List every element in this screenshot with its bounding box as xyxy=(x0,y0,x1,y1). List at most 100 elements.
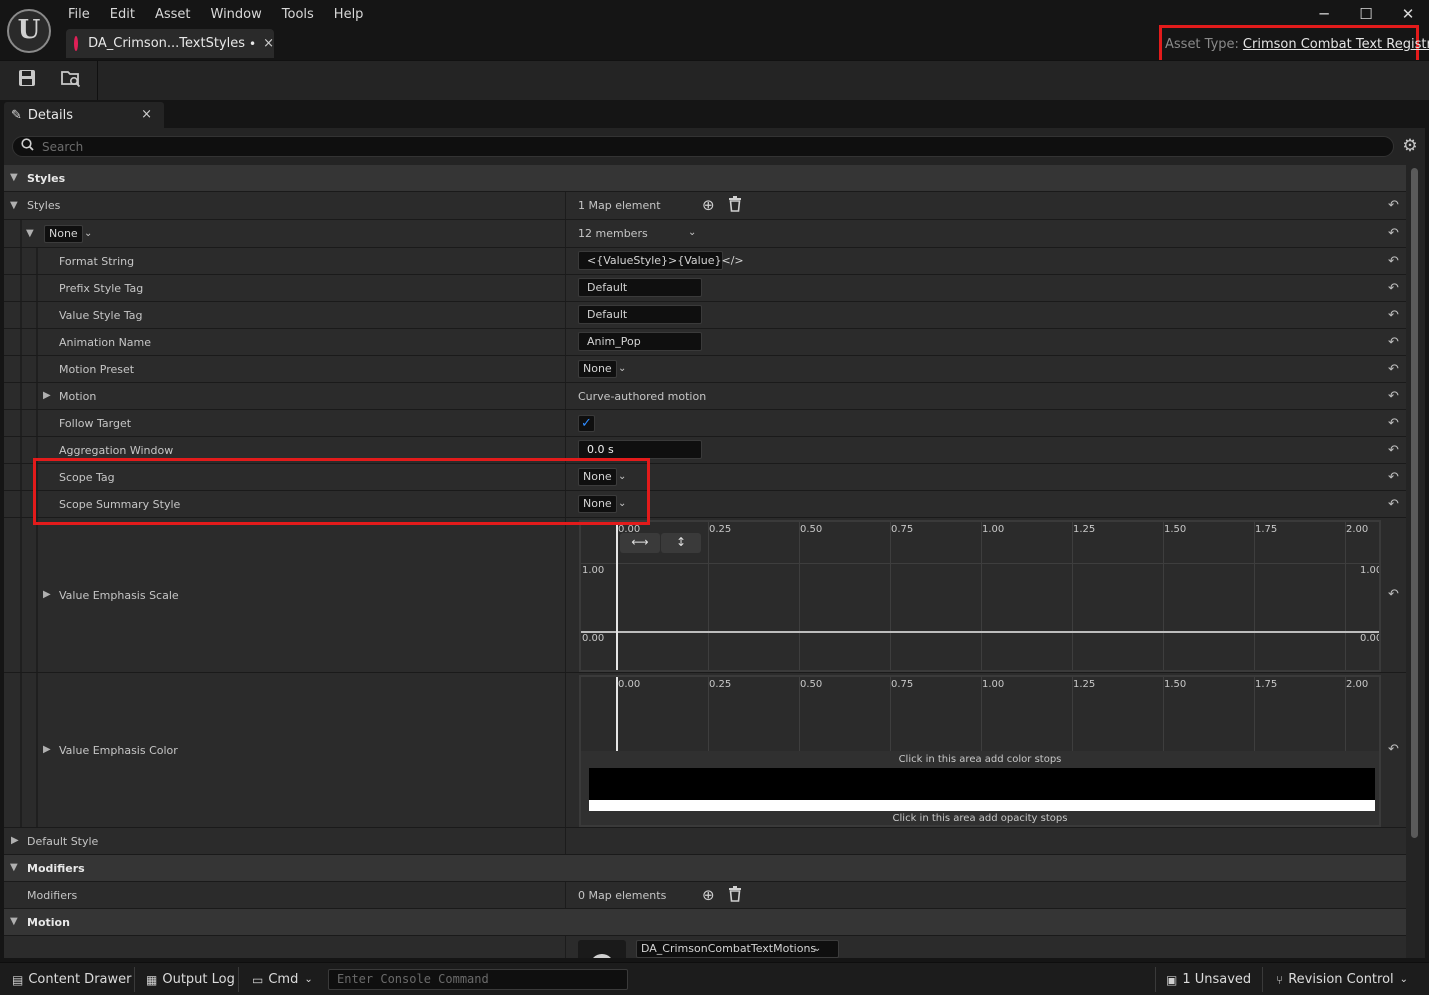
motion-preset-combo[interactable]: None xyxy=(578,360,617,378)
property-name: Value Emphasis Color xyxy=(59,744,178,757)
reset-to-default-icon[interactable]: ↶ xyxy=(1388,587,1399,602)
close-details-icon[interactable]: × xyxy=(141,107,152,122)
chevron-down-icon[interactable]: ⌄ xyxy=(688,227,696,238)
expand-arrow-icon[interactable]: ▶ xyxy=(43,589,51,600)
property-name: Follow Target xyxy=(59,417,132,430)
column-divider xyxy=(565,248,566,274)
reset-to-default-icon[interactable]: ↶ xyxy=(1388,362,1399,377)
toolbar xyxy=(0,60,1429,101)
row-aggregation-window: Aggregation Window 0.0 s ↶ xyxy=(4,437,1406,464)
add-element-icon[interactable]: ⊕ xyxy=(702,196,715,214)
reset-to-default-icon[interactable]: ↶ xyxy=(1388,443,1399,458)
close-window-button[interactable]: ✕ xyxy=(1387,0,1429,28)
menu-tools[interactable]: Tools xyxy=(272,0,324,28)
expand-arrow-icon[interactable]: ▶ xyxy=(43,744,51,755)
menu-file[interactable]: File xyxy=(58,0,100,28)
expand-arrow-icon[interactable]: ▶ xyxy=(43,390,51,401)
expand-arrow-icon[interactable]: ▶ xyxy=(11,835,19,846)
collapse-arrow-icon[interactable]: ▼ xyxy=(26,228,34,239)
revision-control-button[interactable]: ⑂ Revision Control ⌄ xyxy=(1276,963,1408,995)
value-style-tag-input[interactable]: Default xyxy=(578,305,702,324)
delete-all-icon[interactable] xyxy=(728,886,742,906)
x-tick-label: 0.50 xyxy=(800,679,823,690)
console-command-input[interactable] xyxy=(337,972,617,986)
settings-gear-icon[interactable]: ⚙ xyxy=(1400,136,1420,156)
details-scrollbar[interactable] xyxy=(1411,168,1418,838)
animation-name-input[interactable]: Anim_Pop xyxy=(578,332,702,351)
reset-to-default-icon[interactable]: ↶ xyxy=(1388,254,1399,269)
save-icon[interactable] xyxy=(14,68,40,94)
reset-to-default-icon[interactable]: ↶ xyxy=(1388,389,1399,404)
category-styles[interactable]: ▼ Styles xyxy=(4,165,1406,192)
reset-to-default-icon[interactable]: ↶ xyxy=(1388,281,1399,296)
asset-thumbnail[interactable] xyxy=(578,940,626,958)
maximize-button[interactable]: ☐ xyxy=(1345,0,1387,28)
chevron-down-icon[interactable]: ⌄ xyxy=(84,228,92,239)
details-tab[interactable]: ✎ Details × xyxy=(4,102,164,128)
aggregation-window-input[interactable]: 0.0 s xyxy=(578,440,702,459)
menu-window[interactable]: Window xyxy=(201,0,272,28)
chevron-down-icon[interactable]: ⌄ xyxy=(813,943,821,954)
y-tick-label: 0.00 xyxy=(1360,633,1381,644)
reset-to-default-icon[interactable]: ↶ xyxy=(1388,335,1399,350)
unsaved-indicator: • xyxy=(249,36,257,51)
collapse-arrow-icon: ▼ xyxy=(10,862,18,873)
reset-to-default-icon[interactable]: ↶ xyxy=(1388,742,1399,757)
gradient-opacity-bar[interactable] xyxy=(589,800,1375,811)
document-tab[interactable]: DA_Crimson...TextStyles • × xyxy=(66,29,274,58)
menu-help[interactable]: Help xyxy=(324,0,374,28)
scope-tag-combo[interactable]: None xyxy=(578,468,617,486)
x-tick-label: 0.25 xyxy=(709,679,732,690)
add-element-icon[interactable]: ⊕ xyxy=(702,886,715,904)
prefix-style-tag-input[interactable]: Default xyxy=(578,278,702,297)
property-name: Format String xyxy=(59,255,135,268)
row-modifiers-map: Modifiers 0 Map elements ⊕ xyxy=(4,882,1406,909)
chevron-down-icon[interactable]: ⌄ xyxy=(618,471,626,482)
chevron-down-icon[interactable]: ⌄ xyxy=(618,498,626,509)
property-name: Styles xyxy=(27,199,61,212)
property-value: 0 Map elements xyxy=(578,889,667,902)
minimize-button[interactable]: ─ xyxy=(1303,0,1345,28)
row-value-emphasis-scale: ▶ Value Emphasis Scale 0.00 0.25 0.50 0.… xyxy=(4,518,1406,673)
browse-to-asset-icon[interactable] xyxy=(58,68,84,94)
reset-to-default-icon[interactable]: ↶ xyxy=(1388,416,1399,431)
property-name: Value Style Tag xyxy=(59,309,143,322)
menu-asset[interactable]: Asset xyxy=(145,0,201,28)
motion-asset-picker[interactable]: DA_CrimsonCombatTextMotions xyxy=(636,940,840,958)
close-tab-icon[interactable]: × xyxy=(263,36,274,51)
cmd-dropdown[interactable]: ▭ Cmd ⌄ xyxy=(252,963,313,995)
curve-editor[interactable]: 0.00 0.25 0.50 0.75 1.00 1.25 1.50 1.75 … xyxy=(579,520,1381,672)
output-log-label: Output Log xyxy=(162,972,235,987)
fit-vertical-icon[interactable]: ↕ xyxy=(661,533,701,553)
reset-to-default-icon[interactable]: ↶ xyxy=(1388,198,1399,213)
scope-summary-style-combo[interactable]: None xyxy=(578,495,617,513)
reset-to-default-icon[interactable]: ↶ xyxy=(1388,470,1399,485)
category-modifiers[interactable]: ▼ Modifiers xyxy=(4,855,1406,882)
delete-all-icon[interactable] xyxy=(728,196,742,216)
reset-to-default-icon[interactable]: ↶ xyxy=(1388,226,1399,241)
follow-target-checkbox[interactable]: ✓ xyxy=(578,415,595,432)
asset-type-link[interactable]: Crimson Combat Text Registry xyxy=(1243,37,1429,52)
content-drawer-button[interactable]: ▤ Content Drawer xyxy=(12,963,131,995)
output-log-button[interactable]: ▦ Output Log xyxy=(146,963,235,995)
y-tick-label: 1.00 xyxy=(1360,565,1381,576)
gradient-color-bar[interactable] xyxy=(589,768,1375,800)
status-separator xyxy=(1155,967,1156,992)
gradient-editor[interactable]: 0.00 0.25 0.50 0.75 1.00 1.25 1.50 1.75 … xyxy=(579,675,1381,827)
unreal-logo-icon[interactable]: U xyxy=(7,9,51,53)
category-label: Styles xyxy=(27,172,66,185)
unsaved-button[interactable]: ▣ 1 Unsaved xyxy=(1166,963,1251,995)
revision-control-icon: ⑂ xyxy=(1276,972,1284,987)
format-string-input[interactable]: <{ValueStyle}>{Value}</> xyxy=(578,251,744,270)
map-key-combo[interactable]: None xyxy=(44,225,83,243)
fit-horizontal-icon[interactable]: ⟷ xyxy=(620,533,660,553)
collapse-arrow-icon[interactable]: ▼ xyxy=(10,200,18,211)
search-input[interactable] xyxy=(42,139,1342,154)
row-animation-name: Animation Name Anim_Pop ↶ xyxy=(4,329,1406,356)
property-name: Motion Preset xyxy=(59,363,135,376)
chevron-down-icon[interactable]: ⌄ xyxy=(618,363,626,374)
menu-edit[interactable]: Edit xyxy=(100,0,145,28)
category-motion[interactable]: ▼ Motion xyxy=(4,909,1406,936)
reset-to-default-icon[interactable]: ↶ xyxy=(1388,308,1399,323)
reset-to-default-icon[interactable]: ↶ xyxy=(1388,497,1399,512)
